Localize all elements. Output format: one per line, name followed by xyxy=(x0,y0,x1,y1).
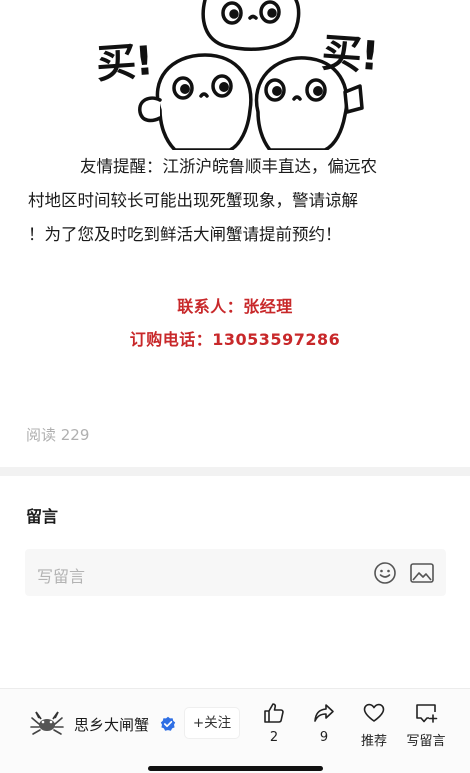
emoji-icon[interactable] xyxy=(373,561,397,585)
home-indicator xyxy=(148,766,323,771)
account-name[interactable]: 思乡大闸蟹 xyxy=(74,714,149,735)
notice-line: 友情提醒：江浙沪皖鲁顺丰直达，偏远农 xyxy=(80,157,377,176)
contact-person: 联系人：张经理 xyxy=(177,297,293,316)
bottom-action-bar: 思乡大闸蟹 +关注 2 9 推荐 写留言 xyxy=(0,688,470,773)
section-divider xyxy=(0,467,470,476)
meme-right-text: 买! xyxy=(320,30,380,80)
like-button[interactable]: 2 xyxy=(246,701,302,745)
notice-line: 村地区时间较长可能出现死蟹现象，警请谅解 xyxy=(28,191,358,210)
follow-button[interactable]: +关注 xyxy=(185,708,239,738)
article-page: 买! 买! 友情提醒：江浙沪皖鲁顺丰直达，偏远农 村地区时间较长可能出现死蟹现象… xyxy=(0,0,470,773)
comment-add-icon xyxy=(416,704,438,723)
notice-line: ！为了您及时吃到鲜活大闸蟹请提前预约！ xyxy=(28,225,342,244)
share-count: 9 xyxy=(319,730,329,745)
avatar[interactable] xyxy=(30,710,64,736)
like-count: 2 xyxy=(269,730,279,745)
read-count: 阅读 229 xyxy=(26,426,90,444)
recommend-button[interactable]: 推荐 xyxy=(346,701,402,749)
comments-title: 留言 xyxy=(26,507,59,526)
meme-left-text: 买! xyxy=(94,38,155,88)
comment-input[interactable]: 写留言 xyxy=(25,549,446,596)
notice-paragraph: 友情提醒：江浙沪皖鲁顺丰直达，偏远农 村地区时间较长可能出现死蟹现象，警请谅解 … xyxy=(22,150,450,252)
share-button[interactable]: 9 xyxy=(296,701,352,745)
order-phone: 订购电话：13053597286 xyxy=(129,330,341,349)
thumbs-up-icon xyxy=(264,703,284,723)
image-icon[interactable] xyxy=(409,561,435,585)
comment-placeholder: 写留言 xyxy=(37,567,86,586)
heart-icon xyxy=(363,703,385,722)
meme-birds-drawing xyxy=(138,0,364,152)
write-comment-label: 写留言 xyxy=(406,734,446,749)
verified-icon xyxy=(160,716,176,731)
share-icon xyxy=(314,704,334,722)
write-comment-button[interactable]: 写留言 xyxy=(398,701,454,749)
meme-illustration: 买! 买! xyxy=(0,0,470,152)
recommend-label: 推荐 xyxy=(360,734,387,749)
